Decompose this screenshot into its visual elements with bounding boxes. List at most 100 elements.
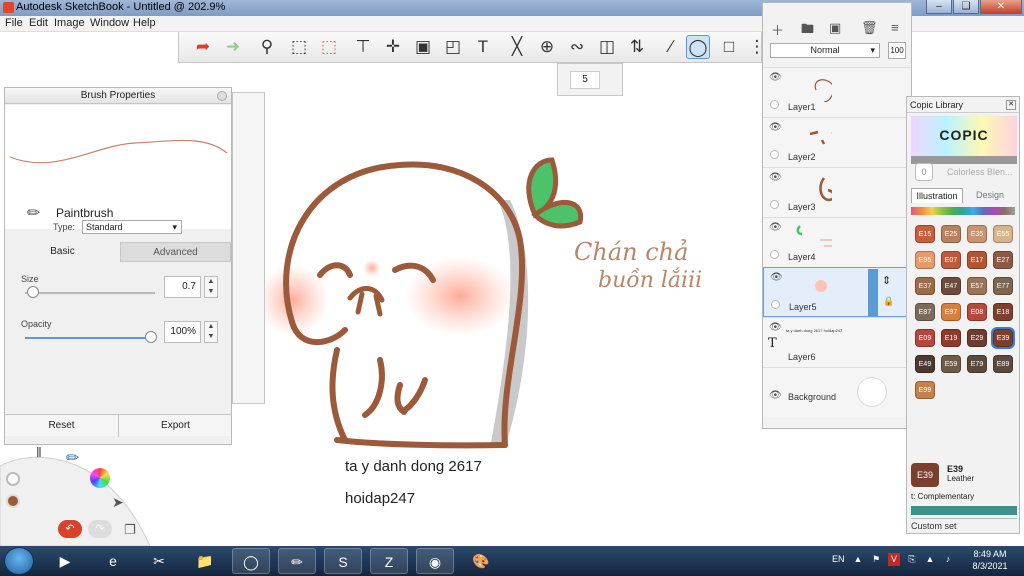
layer-row-background[interactable]: 👁 Background [763,367,911,417]
copic-swatch-e77[interactable]: E77 [993,277,1013,295]
eye-icon[interactable]: 👁 [769,72,782,83]
tab-basic[interactable]: Basic [5,242,120,262]
opacity-slider-track[interactable] [25,337,155,339]
internet-explorer-icon[interactable]: e [94,548,132,574]
brush-panel-header[interactable]: Brush Properties [5,88,231,104]
zoom-icon-app[interactable]: ◉ [416,548,454,574]
opacity-value[interactable]: 100% [164,321,201,343]
eye-icon[interactable]: 👁 [769,172,782,183]
close-button[interactable]: ✕ [980,0,1022,14]
lagoon-redo-icon[interactable]: ↷ [88,520,112,538]
predictive-stroke-icon[interactable]: ◯ [686,35,710,59]
menu-file[interactable]: File [5,17,23,29]
skype-icon[interactable]: S [324,548,362,574]
copic-swatch-e57[interactable]: E57 [967,277,987,295]
size-value[interactable]: 0.7 [164,276,201,298]
color-family-strip[interactable] [911,207,1015,215]
layer-row-2[interactable]: 👁 Layer2 [763,117,911,167]
background-color-swatch[interactable] [857,377,887,407]
menu-image[interactable]: Image [54,17,85,29]
brush-type-select[interactable]: Standard [82,220,182,234]
clock-date[interactable]: 8/3/2021 [968,561,1012,571]
size-stepper[interactable]: ▲ ▼ [204,276,218,298]
complementary-color-bar[interactable] [911,506,1017,515]
lock-layer-icon[interactable]: 🔒 [883,296,894,307]
copic-swatch-e37[interactable]: E37 [915,277,935,295]
menu-window[interactable]: Window [90,17,129,29]
copic-swatch-e29[interactable]: E29 [967,329,987,347]
move-layer-icon[interactable]: ⇕ [882,274,891,287]
pen-icon[interactable] [6,472,20,486]
layer-row-6[interactable]: 👁 T ta y danh dong 2617 hoidap247 Layer6 [763,317,911,367]
undo-icon[interactable]: ➦ [191,35,215,59]
layer-radio[interactable] [770,250,779,259]
volume-icon[interactable]: ♪ [942,553,954,566]
custom-set-label[interactable]: Custom set [911,518,1017,532]
menu-edit[interactable]: Edit [29,17,48,29]
copic-swatch-e07[interactable]: E07 [941,251,961,269]
layer-radio[interactable] [770,150,779,159]
panel-close-icon[interactable] [217,91,227,101]
blender-swatch[interactable]: 0 [915,163,933,181]
flag-icon[interactable]: ⚑ [870,553,882,566]
power-icon[interactable]: ⎘ [906,553,918,566]
add-group-icon[interactable]: 🖿 [801,20,814,42]
tab-illustration[interactable]: Illustration [911,188,963,203]
opacity-slider-knob[interactable] [145,331,157,343]
copic-swatch-e25[interactable]: E25 [941,225,961,243]
stroke-icon[interactable]: ∕ [659,35,683,59]
layer-radio[interactable] [770,200,779,209]
size-slider-track[interactable] [25,292,155,294]
shapes-icon[interactable]: □ [717,35,741,59]
copic-swatch-e55[interactable]: E55 [993,225,1013,243]
tab-advanced[interactable]: Advanced [120,242,231,262]
sketchbook-icon[interactable]: ✏ [278,548,316,574]
ruler-icon[interactable]: ╳ [505,35,529,59]
layer-opacity[interactable]: 100 [888,42,906,59]
color-wheel-icon[interactable] [90,468,110,488]
text-icon[interactable]: T [471,35,495,59]
layer-radio[interactable] [770,100,779,109]
copic-swatch-e79[interactable]: E79 [967,355,987,373]
copic-swatch-e39[interactable]: E39 [991,327,1015,349]
lagoon-undo-icon[interactable]: ↶ [58,520,82,538]
paint-icon[interactable]: 🎨 [462,548,500,574]
pointer-icon[interactable]: ➤ [112,494,124,511]
layer-icon[interactable]: ‖ [36,444,42,460]
copic-swatch-e09[interactable]: E09 [915,329,935,347]
tab-design[interactable]: Design [965,188,1015,203]
delete-layer-icon[interactable]: 🗑 [861,20,878,36]
zalo-icon[interactable]: Z [370,548,408,574]
colorless-blender-row[interactable]: 0 Colorless Blen... [915,163,1015,183]
transform-icon[interactable]: ✛ [381,35,405,59]
media-player-icon[interactable]: ▶ [46,548,84,574]
eye-icon[interactable]: 👁 [769,390,782,401]
add-layer-icon[interactable]: ＋ [771,20,784,39]
snipping-tool-icon[interactable]: ✂ [140,548,178,574]
language-indicator[interactable]: EN [832,554,845,564]
perspective-icon[interactable]: ◫ [595,35,619,59]
add-image-icon[interactable]: ▣ [829,20,841,36]
symmetry-icon[interactable]: ⇅ [625,35,649,59]
layer-row-4[interactable]: 👁 Layer4 [763,217,911,267]
layer-scroll-indicator[interactable] [868,269,878,316]
layer-row-5[interactable]: 👁 Layer5 ⇕ 🔒 [763,267,911,317]
opacity-stepper[interactable]: ▲ ▼ [204,321,218,343]
eye-icon[interactable]: 👁 [770,272,783,283]
layer-radio[interactable] [771,300,780,309]
copic-swatch-e17[interactable]: E17 [967,251,987,269]
copic-swatch-e87[interactable]: E87 [915,303,935,321]
zoom-icon[interactable]: ⚲ [255,35,279,59]
color-puck-icon[interactable] [6,494,20,508]
fill-icon[interactable]: ◰ [441,35,465,59]
maximize-button[interactable]: ❑ [953,0,979,14]
start-button[interactable] [4,547,34,575]
copic-swatch-e27[interactable]: E27 [993,251,1013,269]
crop-icon[interactable]: ⊤ [351,35,375,59]
layer-row-1[interactable]: 👁 Layer1 [763,67,911,117]
ellipse-guide-icon[interactable]: ⊕ [535,35,559,59]
layer-menu-icon[interactable]: ≡ [891,20,899,35]
select-icon[interactable]: ⬚ [287,35,311,59]
copic-panel-header[interactable]: Copic Library ✕ [907,97,1019,113]
distort-icon[interactable]: ▣ [411,35,435,59]
